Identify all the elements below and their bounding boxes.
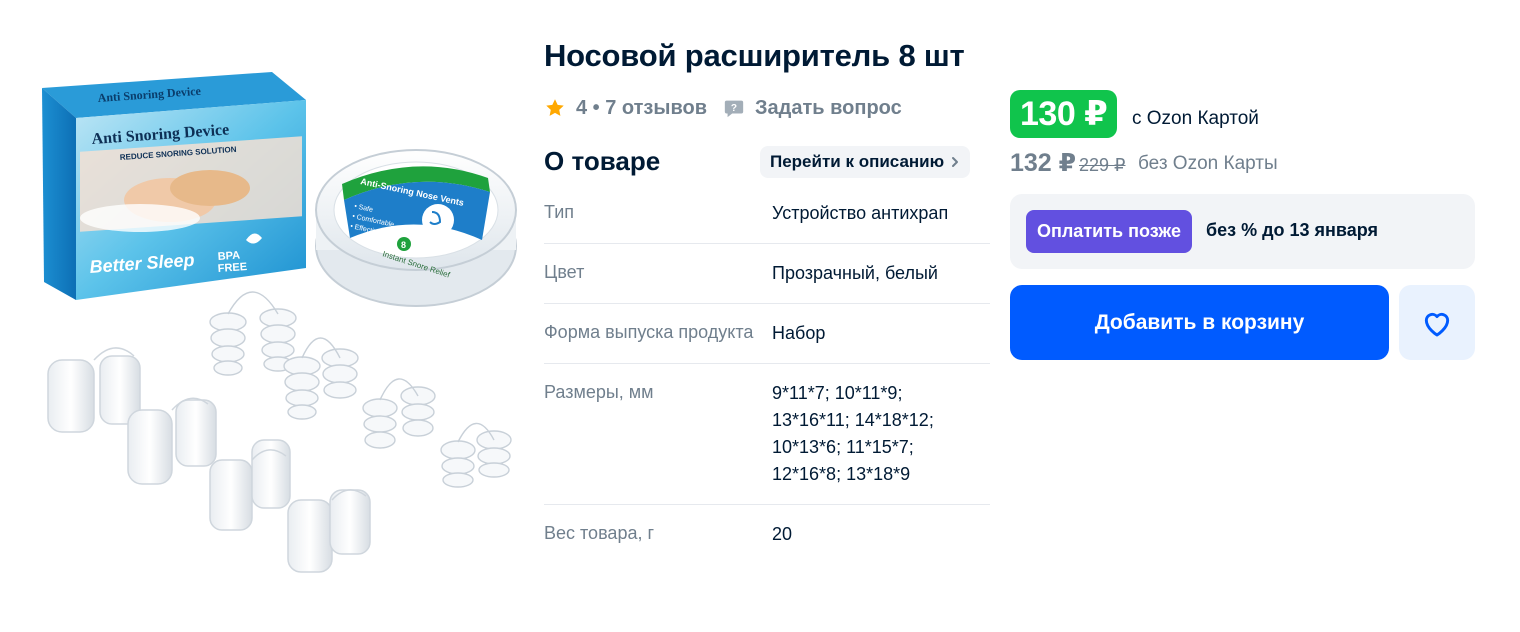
specs-table: Тип Устройство антихрап Цвет Прозрачный,… [544,184,990,564]
spec-row-form: Форма выпуска продукта Набор [544,304,990,364]
spec-key: Размеры, мм [544,382,654,402]
heart-icon [1424,312,1450,336]
spec-key: Цвет [544,262,585,282]
spec-key: Вес товара, г [544,523,655,543]
pay-later-terms: без % до 13 января [1206,220,1379,240]
spec-row-weight: Вес товара, г 20 [544,505,990,564]
spec-value: Устройство антихрап [772,203,949,223]
regular-price: 132 ₽ [1010,149,1077,177]
spec-value: 20 [772,524,793,544]
chevron-right-icon [952,157,959,167]
pay-later-panel: Оплатить позже без % до 13 января [1010,194,1475,269]
svg-text:?: ? [731,103,737,114]
favorite-button[interactable] [1399,285,1475,360]
star-icon [546,99,564,116]
spec-key: Тип [544,202,575,222]
rating-row: 4 • 7 отзывов ? Задать вопрос [544,94,902,122]
question-chat-icon: ? [724,100,744,118]
spec-row-color: Цвет Прозрачный, белый [544,244,990,304]
old-price: 229 ₽ [1079,155,1126,175]
spec-value: 9*11*7; 10*11*9; 13*16*11; 14*18*12; 10*… [772,383,934,484]
add-to-cart-button[interactable]: Добавить в корзину [1010,285,1389,360]
spec-row-sizes: Размеры, мм 9*11*7; 10*11*9; 13*16*11; 1… [544,364,990,505]
about-heading: О товаре [544,146,661,176]
box-free-text: FREE [217,261,247,275]
spec-value: Прозрачный, белый [772,263,938,283]
ozon-card-price: 130 ₽ [1010,90,1118,138]
go-to-description-button[interactable]: Перейти к описанию [760,146,971,178]
spec-value: Набор [772,323,826,343]
ask-question-button[interactable]: ? Задать вопрос [723,97,902,120]
pay-later-button[interactable]: Оплатить позже [1026,210,1192,253]
ask-question-label: Задать вопрос [755,96,902,119]
case-count-text: 8 [401,240,406,250]
ozon-card-label[interactable]: с Ozon Картой [1132,108,1259,130]
rating-reviews-link[interactable]: 4 • 7 отзывов [576,97,707,120]
spec-row-type: Тип Устройство антихрап [544,184,990,244]
go-to-description-label: Перейти к описанию [770,152,945,171]
spec-key: Форма выпуска продукта [544,322,754,342]
product-title: Носовой расширитель 8 шт [544,38,965,73]
product-image[interactable]: Anti Snoring Device Anti Snoring Device … [20,60,530,580]
no-card-label: без Ozon Карты [1138,153,1278,174]
